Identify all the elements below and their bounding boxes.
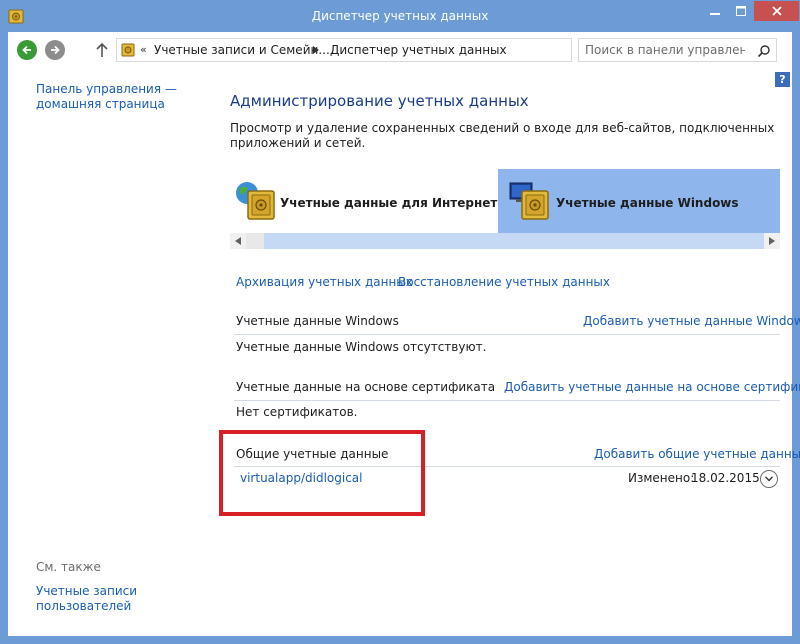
minimize-button[interactable] <box>702 1 728 21</box>
credential-modified-label: Изменено: <box>628 471 695 485</box>
navigation-bar: « Учетные записи и Семейн... Диспетчер у… <box>8 32 792 68</box>
control-panel-home-link[interactable]: Панель управления — домашняя страница <box>36 82 196 112</box>
maximize-button[interactable] <box>728 1 754 21</box>
scroll-left-icon <box>235 237 241 245</box>
windows-credentials-vault-icon <box>509 182 549 220</box>
highlight-annotation-box <box>219 430 425 516</box>
credential-manager-icon <box>121 43 135 57</box>
windows-credentials-empty: Учетные данные Windows отсутствуют. <box>236 340 487 354</box>
tab-windows-credentials-label: Учетные данные Windows <box>556 196 739 210</box>
close-icon <box>771 6 782 16</box>
page-title: Администрирование учетных данных <box>230 92 529 110</box>
user-accounts-link[interactable]: Учетные записи пользователей <box>36 584 176 614</box>
page-description: Просмотр и удаление сохраненных сведений… <box>230 121 775 150</box>
scroll-right-button[interactable] <box>764 233 780 249</box>
window-title: Диспетчер учетных данных <box>311 9 489 23</box>
breadcrumb-item-accounts[interactable]: Учетные записи и Семейн... <box>154 43 330 57</box>
add-certificate-credential-link[interactable]: Добавить учетные данные на основе сертиф… <box>504 380 800 394</box>
back-arrow-icon <box>22 45 31 55</box>
chevron-right-icon[interactable] <box>313 46 319 54</box>
credential-type-tabs: Учетные данные для Интернета Учетные дан… <box>230 169 780 233</box>
forward-button[interactable] <box>45 40 65 60</box>
add-generic-credential-link[interactable]: Добавить общие учетные данные <box>594 447 800 461</box>
forward-arrow-icon <box>51 45 60 55</box>
client-area: « Учетные записи и Семейн... Диспетчер у… <box>8 32 800 636</box>
scroll-left-button[interactable] <box>230 233 246 249</box>
breadcrumb-item-credential-manager[interactable]: Диспетчер учетных данных <box>330 43 507 57</box>
up-arrow-icon[interactable] <box>94 41 110 59</box>
see-also-heading: См. также <box>36 560 101 574</box>
certificate-credentials-heading: Учетные данные на основе сертификата <box>236 380 496 394</box>
maximize-icon <box>736 6 746 16</box>
chevron-down-icon <box>765 476 773 482</box>
tabs-horizontal-scrollbar[interactable] <box>230 233 780 249</box>
close-button[interactable] <box>754 1 799 21</box>
backup-credentials-link[interactable]: Архивация учетных данных <box>236 275 413 289</box>
minimize-icon <box>710 13 720 15</box>
tab-web-credentials[interactable]: Учетные данные для Интернета <box>230 169 505 233</box>
help-button[interactable]: ? <box>775 72 790 87</box>
expand-credential-button[interactable] <box>760 470 778 488</box>
tab-web-credentials-label: Учетные данные для Интернета <box>280 196 506 210</box>
scroll-right-icon <box>769 237 775 245</box>
windows-credentials-heading: Учетные данные Windows <box>236 314 399 328</box>
window: Диспетчер учетных данных « Учетные запис… <box>0 0 800 644</box>
back-button[interactable] <box>17 40 37 60</box>
restore-credentials-link[interactable]: Восстановление учетных данных <box>398 275 610 289</box>
scrollbar-track[interactable] <box>264 233 764 249</box>
section-divider <box>234 334 780 335</box>
breadcrumb-overflow[interactable]: « <box>140 43 147 56</box>
section-divider <box>234 400 780 401</box>
scrollbar-thumb[interactable] <box>246 233 264 249</box>
credential-modified-date: 18.02.2015 <box>691 471 760 485</box>
search-icon[interactable] <box>757 44 771 58</box>
search-box[interactable] <box>578 38 777 62</box>
search-input[interactable] <box>585 42 745 58</box>
certificate-credentials-empty: Нет сертификатов. <box>236 405 358 419</box>
address-bar[interactable]: « Учетные записи и Семейн... Диспетчер у… <box>116 38 572 62</box>
tab-windows-credentials[interactable]: Учетные данные Windows <box>498 169 780 233</box>
web-credentials-vault-icon <box>236 182 275 220</box>
title-bar[interactable]: Диспетчер учетных данных <box>0 0 800 32</box>
add-windows-credential-link[interactable]: Добавить учетные данные Windows <box>583 314 800 328</box>
